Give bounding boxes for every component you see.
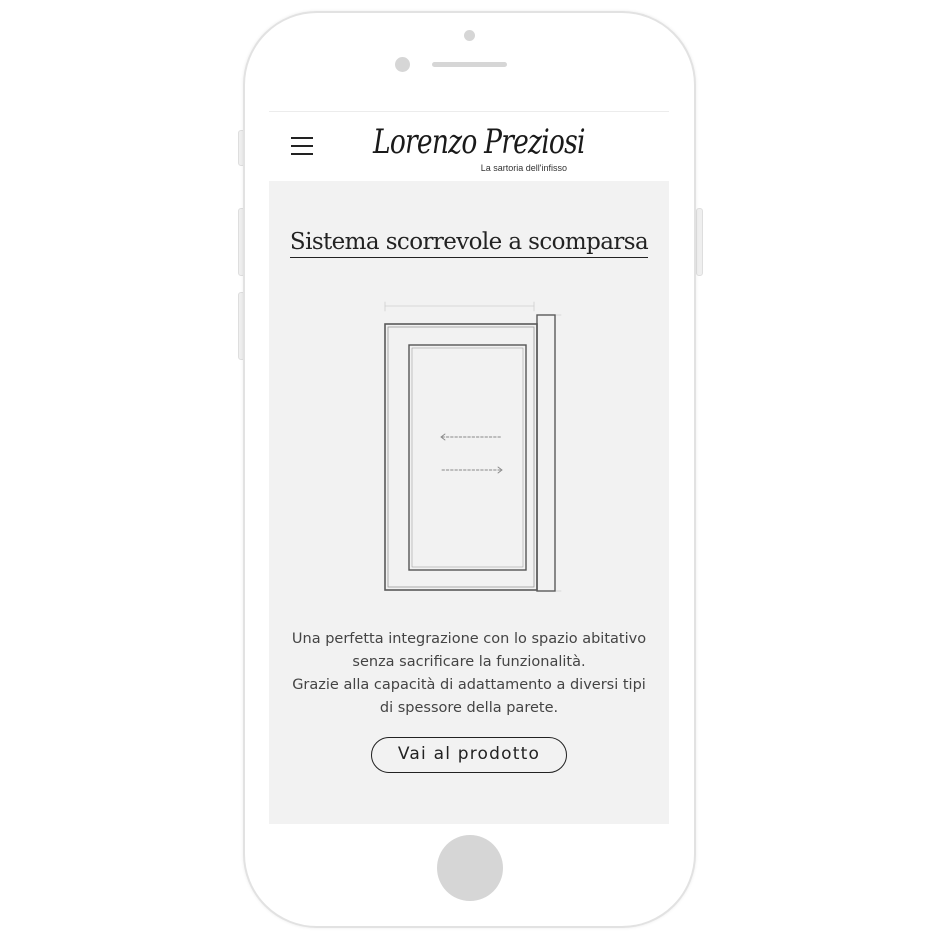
front-camera bbox=[464, 30, 475, 41]
description-line: Una perfetta integrazione con lo spazio … bbox=[291, 631, 647, 647]
phone-screen: Lorenzo Preziosi La sartoria dell'infiss… bbox=[269, 111, 669, 824]
logo-wordmark: Lorenzo Preziosi bbox=[373, 122, 585, 162]
section-title: Sistema scorrevole a scomparsa bbox=[269, 229, 669, 258]
proximity-sensor bbox=[395, 57, 410, 72]
hamburger-icon[interactable] bbox=[291, 137, 313, 155]
sliding-door-illustration bbox=[384, 301, 562, 592]
home-button[interactable] bbox=[437, 835, 503, 901]
brand-logo[interactable]: Lorenzo Preziosi La sartoria dell'infiss… bbox=[373, 120, 585, 176]
description-line: senza sacrificare la funzionalità. bbox=[352, 654, 586, 670]
description-line: di spessore della parete. bbox=[379, 700, 559, 716]
section-title-text: Sistema scorrevole a scomparsa bbox=[289, 229, 649, 258]
section-description: Una perfetta integrazione con lo spazio … bbox=[279, 628, 659, 720]
phone-power-button bbox=[696, 208, 703, 276]
earpiece-speaker bbox=[432, 62, 507, 67]
logo-tagline: La sartoria dell'infisso bbox=[480, 163, 567, 173]
description-line: Grazie alla capacità di adattamento a di… bbox=[292, 677, 646, 693]
app-header: Lorenzo Preziosi La sartoria dell'infiss… bbox=[269, 111, 669, 181]
go-to-product-button[interactable]: Vai al prodotto bbox=[371, 737, 567, 773]
